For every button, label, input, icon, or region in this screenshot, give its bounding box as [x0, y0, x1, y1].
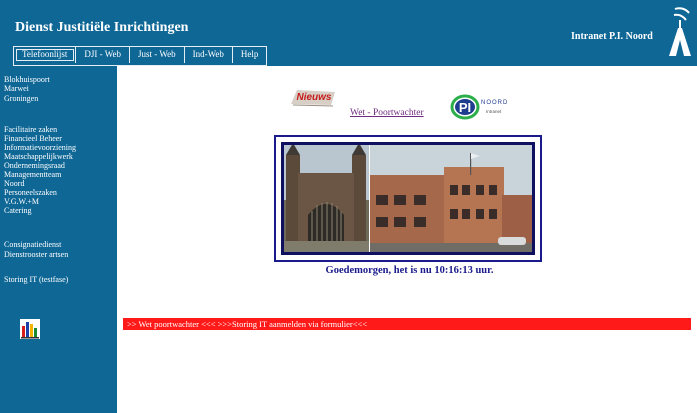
nav-tab-help[interactable]: Help — [233, 47, 267, 63]
prison-photo-frame — [274, 135, 542, 262]
nav-tab-ind-web[interactable]: Ind-Web — [185, 47, 233, 63]
main-content: Nieuws Wet - Poortwachter PI NOORD Intra… — [117, 66, 697, 413]
intranet-title: Intranet P.I. Noord — [571, 31, 653, 42]
dji-logo-icon — [669, 7, 691, 56]
news-graphic[interactable]: Nieuws — [289, 86, 337, 108]
pi-logo-letters: PI — [459, 100, 471, 115]
pi-noord-logo: PI NOORD Intranet — [450, 94, 508, 120]
sidebar-item-catering[interactable]: Catering — [4, 206, 32, 216]
prison-photo-image — [284, 145, 532, 252]
sidebar-item-groningen[interactable]: Groningen — [4, 94, 38, 104]
nav-tab-just-web[interactable]: Just - Web — [130, 47, 185, 63]
prison-photo — [281, 142, 535, 255]
nav-tab-dji-web[interactable]: DJI - Web — [76, 47, 130, 63]
sidebar-item-marwei[interactable]: Marwei — [4, 84, 29, 94]
greeting-clock: Goedemorgen, het is nu 10:16:13 uur. — [325, 265, 494, 276]
nav-tab-telefoonlijst[interactable]: Telefoonlijst — [14, 47, 77, 63]
app-title: Dienst Justitiële Inrichtingen — [15, 20, 189, 35]
wet-poortwachter-link[interactable]: Wet - Poortwachter — [350, 108, 424, 118]
sidebar-item-consignatiedienst[interactable]: Consignatiedienst — [4, 240, 61, 250]
pi-logo-line1: NOORD — [481, 100, 508, 106]
bar-chart-icon[interactable] — [20, 319, 40, 339]
news-label: Nieuws — [296, 92, 331, 103]
top-nav: Telefoonlijst DJI - Web Just - Web Ind-W… — [13, 46, 268, 66]
header-bar: Dienst Justitiële Inrichtingen Telefoonl… — [0, 0, 697, 66]
pi-logo-line2: Intranet — [486, 109, 502, 114]
sidebar: Blokhuispoort Marwei Groningen Facilitai… — [0, 66, 117, 413]
sidebar-item-storing-it[interactable]: Storing IT (testfase) — [4, 275, 68, 285]
sidebar-item-dienstrooster-artsen[interactable]: Dienstrooster artsen — [4, 250, 68, 260]
news-ticker[interactable]: >> Wet poortwachter <<< >>>Storing IT aa… — [123, 318, 691, 330]
